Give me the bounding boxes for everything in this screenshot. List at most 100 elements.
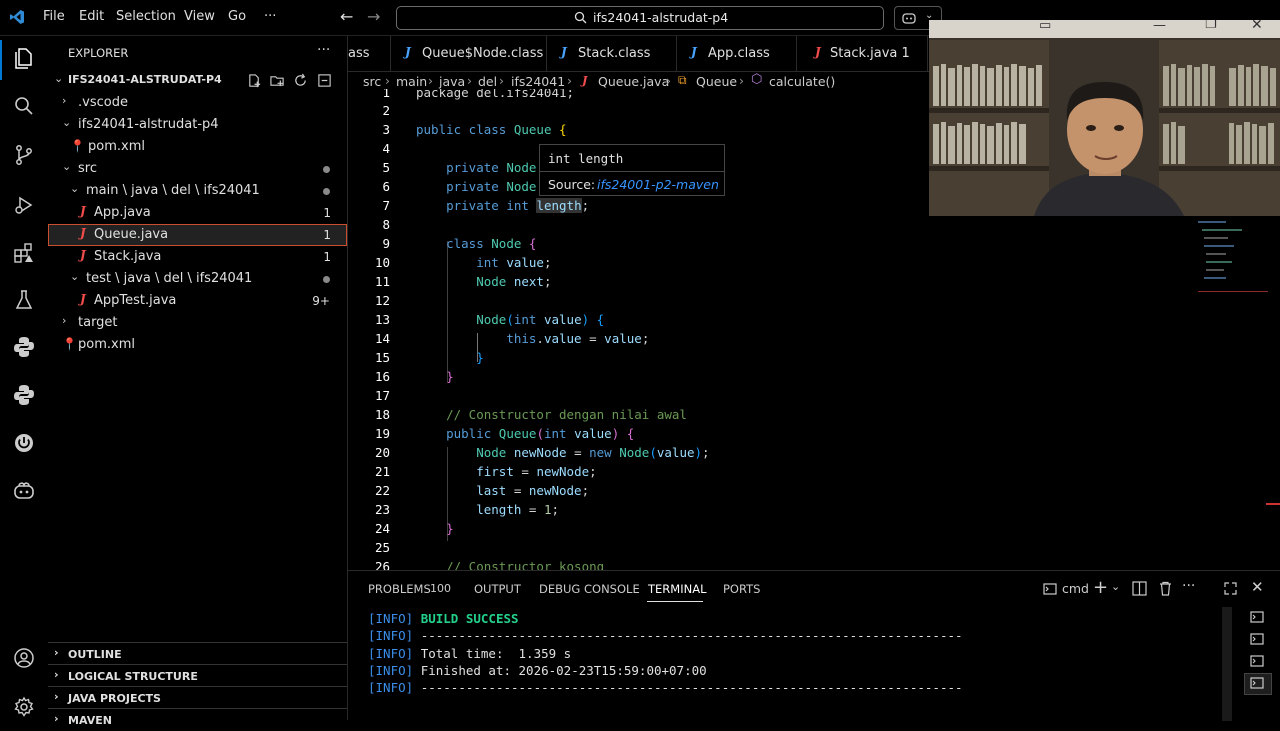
breadcrumb-package[interactable]: ifs24041	[511, 74, 565, 89]
new-terminal-icon[interactable]: +	[1093, 577, 1108, 598]
trash-icon[interactable]	[1158, 581, 1173, 596]
source-control-icon[interactable]	[12, 143, 36, 167]
tree-item-src[interactable]: ⌄ src	[48, 158, 347, 180]
chevron-down-icon: ⌄	[70, 182, 80, 195]
tree-item-root-pom-xml[interactable]: 📍 pom.xml	[48, 334, 347, 356]
java-file-icon: J	[80, 204, 86, 218]
breadcrumb-java[interactable]: java	[439, 74, 465, 89]
testing-icon[interactable]	[12, 288, 36, 312]
nav-forward-icon[interactable]: →	[367, 7, 380, 26]
tab-debug-console[interactable]: DEBUG CONSOLE	[539, 582, 640, 596]
hover-source-label: Source:	[548, 177, 596, 192]
spring-boot-icon[interactable]	[12, 431, 36, 455]
search-icon[interactable]	[12, 94, 36, 118]
tree-item-label: Stack.java	[94, 249, 162, 264]
more-actions-icon[interactable]: ···	[1182, 578, 1195, 594]
tab-stack-class[interactable]: J Stack.class	[547, 36, 677, 71]
activity-bar	[0, 36, 49, 720]
tree-item-project-folder[interactable]: ⌄ ifs24041-alstrudat-p4	[48, 114, 347, 136]
tree-item-label: pom.xml	[78, 337, 135, 352]
tree-item-queue-java[interactable]: J Queue.java 1	[48, 224, 347, 246]
nav-back-icon[interactable]: ←	[340, 7, 353, 26]
tab-output[interactable]: OUTPUT	[474, 582, 521, 596]
terminal-instance-icon[interactable]	[1250, 611, 1264, 623]
menu-more[interactable]: ···	[264, 9, 276, 24]
breadcrumb-del[interactable]: del	[478, 74, 497, 89]
vscode-logo-icon[interactable]	[9, 9, 25, 25]
chevron-down-icon[interactable]: ⌄	[1111, 580, 1120, 593]
settings-gear-icon[interactable]	[12, 695, 36, 719]
explorer-icon[interactable]	[12, 46, 36, 70]
new-folder-icon[interactable]	[270, 73, 285, 88]
tree-item-pom-xml[interactable]: 📍 pom.xml	[48, 136, 347, 158]
terminal-line: [INFO] Finished at: 2026-02-23T15:59:00+…	[368, 663, 707, 678]
tab-ports[interactable]: PORTS	[723, 582, 760, 596]
new-file-icon[interactable]	[247, 73, 262, 88]
run-debug-icon[interactable]	[12, 193, 36, 217]
minimap[interactable]	[1198, 221, 1268, 301]
command-center-search[interactable]: ifs24041-alstrudat-p4	[396, 6, 884, 30]
breadcrumb-separator: ›	[567, 73, 572, 88]
tab-stack-java[interactable]: J Stack.java 1	[797, 36, 928, 71]
layout-icon[interactable]: ▭	[1039, 20, 1051, 33]
terminal-instance-icon[interactable]	[1250, 633, 1264, 645]
python-icon[interactable]	[12, 335, 36, 359]
copilot-chat-icon[interactable]	[12, 479, 36, 503]
restore-icon[interactable]: ❐	[1205, 20, 1217, 32]
code-line: 25	[374, 540, 390, 555]
terminal-scrollbar[interactable]	[1222, 607, 1232, 721]
close-icon[interactable]: ✕	[1251, 20, 1263, 33]
collapse-all-icon[interactable]	[317, 73, 332, 88]
workspace-root[interactable]: ⌄ IFS24041-ALSTRUDAT-P4	[48, 70, 347, 92]
tab-queue-node-class[interactable]: J Queue$Node.class	[391, 36, 547, 71]
tab-partial-class[interactable]: ass	[348, 36, 391, 71]
java-projects-panel-header[interactable]: › JAVA PROJECTS	[48, 686, 347, 709]
python-environments-icon[interactable]	[12, 383, 36, 407]
tree-item-target[interactable]: › target	[48, 312, 347, 334]
split-terminal-icon[interactable]	[1132, 581, 1147, 596]
breadcrumb-main[interactable]: main	[396, 74, 427, 89]
logical-structure-panel-header[interactable]: › LOGICAL STRUCTURE	[48, 664, 347, 687]
tree-item-label: App.java	[94, 205, 151, 220]
menu-selection[interactable]: Selection	[116, 9, 176, 24]
accounts-icon[interactable]	[12, 646, 36, 670]
tab-app-class[interactable]: J App.class	[677, 36, 797, 71]
minimize-icon[interactable]: —	[1153, 20, 1166, 33]
code-line: 22 last = newNode;	[374, 483, 590, 498]
close-panel-icon[interactable]: ✕	[1251, 578, 1264, 596]
tree-item-apptest-java[interactable]: J AppTest.java 9+	[48, 290, 347, 312]
java-file-icon: J	[80, 226, 86, 240]
terminal-instance-icon[interactable]	[1250, 655, 1264, 667]
code-line: 21 first = newNode;	[374, 464, 597, 479]
tree-item-label: ifs24041-alstrudat-p4	[78, 117, 219, 132]
tree-item-label: src	[78, 161, 97, 176]
tree-item-stack-java[interactable]: J Stack.java 1	[48, 246, 347, 268]
terminal-shell-label[interactable]: cmd	[1062, 581, 1089, 596]
tab-problems[interactable]: PROBLEMS	[368, 582, 431, 596]
outline-panel-header[interactable]: › OUTLINE	[48, 642, 347, 665]
tab-terminal[interactable]: TERMINAL	[648, 582, 706, 596]
tree-item-vscode[interactable]: › .vscode	[48, 92, 347, 114]
tree-item-label: main \ java \ del \ ifs24041	[86, 183, 260, 198]
explorer-more-button[interactable]: ···	[317, 42, 330, 58]
tree-item-test-package[interactable]: ⌄ test \ java \ del \ ifs24041	[48, 268, 347, 290]
breadcrumb-src[interactable]: src	[363, 74, 381, 89]
breadcrumb-separator: ›	[385, 73, 390, 88]
hover-source-link[interactable]: ifs24001-p2-maven	[597, 177, 719, 192]
breadcrumb-method[interactable]: calculate()	[769, 74, 835, 89]
menu-edit[interactable]: Edit	[79, 9, 104, 24]
terminal-instance-active[interactable]	[1244, 673, 1272, 695]
breadcrumb-file[interactable]: Queue.java	[598, 74, 669, 89]
menu-go[interactable]: Go	[228, 9, 246, 24]
maximize-panel-icon[interactable]	[1223, 581, 1238, 596]
tree-item-app-java[interactable]: J App.java 1	[48, 202, 347, 224]
java-file-icon: J	[80, 292, 86, 306]
tree-item-main-package[interactable]: ⌄ main \ java \ del \ ifs24041	[48, 180, 347, 202]
refresh-icon[interactable]	[293, 73, 308, 88]
active-indicator	[0, 40, 2, 80]
breadcrumb-class[interactable]: Queue	[696, 74, 737, 89]
panel-header-label: OUTLINE	[68, 648, 122, 661]
menu-file[interactable]: File	[43, 9, 65, 24]
menu-view[interactable]: View	[184, 9, 215, 24]
extensions-icon[interactable]	[12, 241, 36, 265]
